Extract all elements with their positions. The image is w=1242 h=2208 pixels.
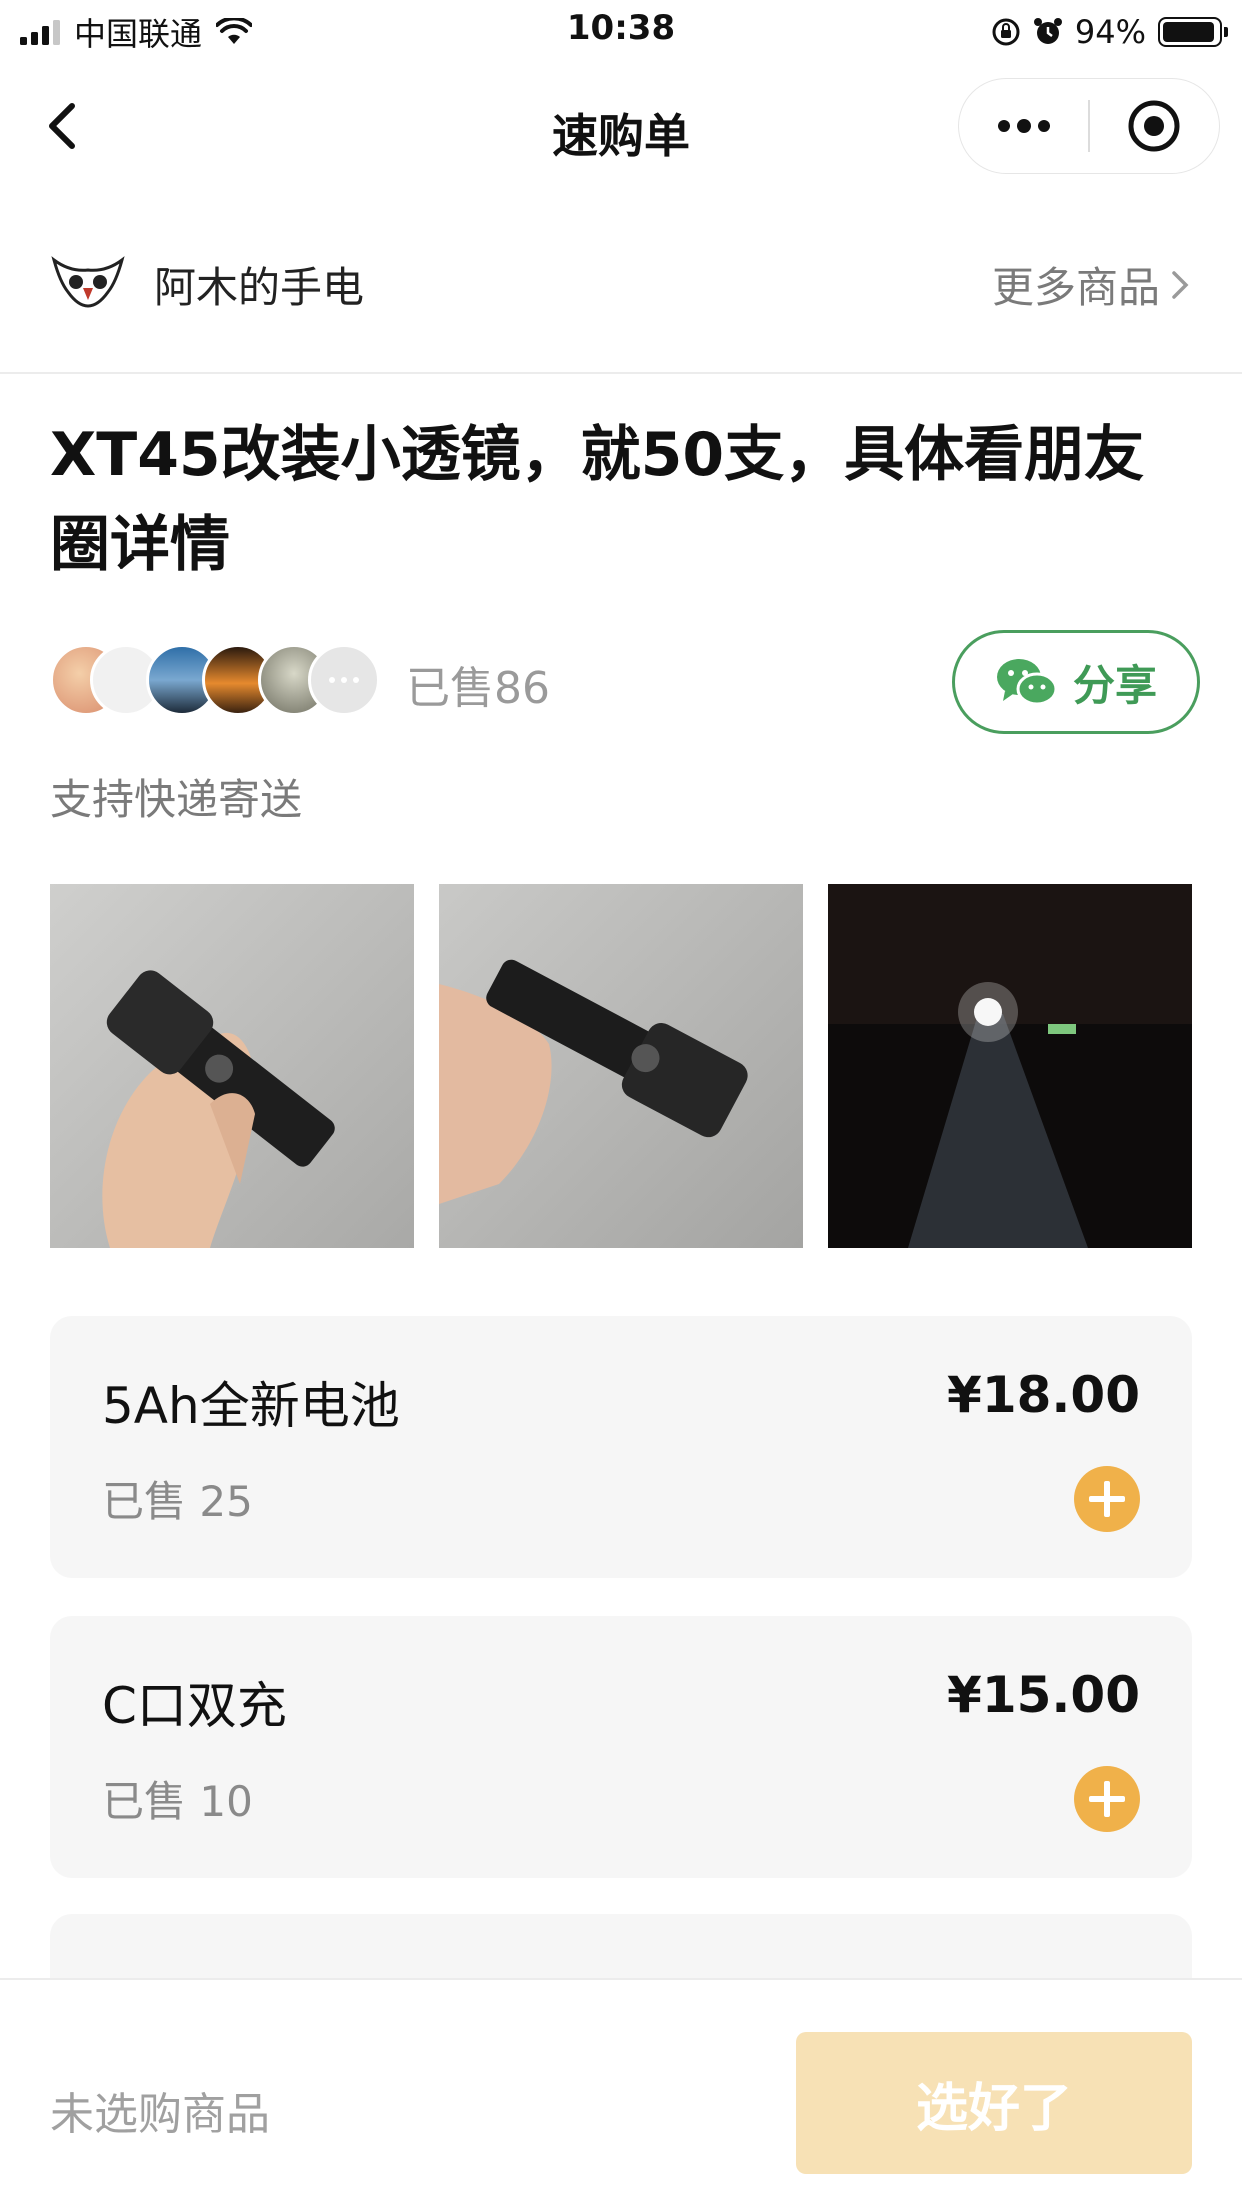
battery-percent: 94% (1074, 13, 1146, 51)
store-row[interactable]: 阿木的手电 更多商品 (0, 230, 1242, 330)
close-mini-program-button[interactable] (1090, 78, 1219, 174)
product-photo[interactable] (439, 884, 803, 1248)
delivery-info: 支持快递寄送 (50, 775, 303, 824)
owl-logo-icon (51, 256, 125, 308)
more-buyers-icon[interactable] (308, 644, 380, 716)
add-to-cart-button[interactable] (1074, 1766, 1140, 1832)
more-dots-icon (997, 119, 1050, 133)
done-label: 选好了 (915, 2078, 1072, 2139)
sold-total: 已售86 (406, 663, 550, 714)
product-card[interactable]: 5Ah全新电池 ¥18.00 已售 25 (50, 1316, 1192, 1578)
status-right: 94% (991, 10, 1228, 54)
done-button[interactable]: 选好了 (796, 2032, 1192, 2174)
battery-fill (1163, 22, 1214, 42)
status-bar: 中国联通 10:38 94% (0, 0, 1242, 62)
more-menu-button[interactable] (959, 78, 1088, 174)
share-label: 分享 (1072, 660, 1157, 710)
product-photo[interactable] (828, 884, 1192, 1248)
product-name: C口双充 (102, 1677, 287, 1735)
listing-title: XT45改装小透镜，就50支，具体看朋友圈详情 (50, 420, 1145, 580)
battery-icon (1158, 17, 1228, 47)
alarm-icon (1033, 18, 1062, 44)
product-sold: 已售 10 (102, 1777, 253, 1826)
mini-program-capsule (958, 78, 1220, 174)
selection-status: 未选购商品 (50, 2089, 270, 2140)
store-name: 阿木的手电 (154, 263, 365, 312)
more-goods-label: 更多商品 (991, 263, 1160, 312)
nav-bar: 速购单 (0, 62, 1242, 192)
wechat-icon (996, 659, 1058, 706)
product-photo[interactable] (50, 884, 414, 1248)
chevron-right-icon (1172, 270, 1189, 299)
product-sold: 已售 25 (102, 1477, 253, 1526)
product-card[interactable]: C口双充 ¥15.00 已售 10 (50, 1616, 1192, 1878)
bottom-bar: 未选购商品 选好了 (0, 1978, 1242, 2208)
buyers-row: 已售86 分享 (50, 630, 1200, 734)
product-name: 5Ah全新电池 (102, 1377, 400, 1435)
photo-gallery (50, 884, 1192, 1248)
target-close-icon (1128, 100, 1180, 152)
share-button[interactable]: 分享 (952, 630, 1200, 734)
orientation-lock-icon (992, 18, 1020, 46)
divider (0, 372, 1242, 374)
add-to-cart-button[interactable] (1074, 1466, 1140, 1532)
product-price: ¥15.00 (947, 1666, 1140, 1724)
more-goods-link[interactable]: 更多商品 (992, 254, 1192, 315)
product-price: ¥18.00 (947, 1366, 1140, 1424)
